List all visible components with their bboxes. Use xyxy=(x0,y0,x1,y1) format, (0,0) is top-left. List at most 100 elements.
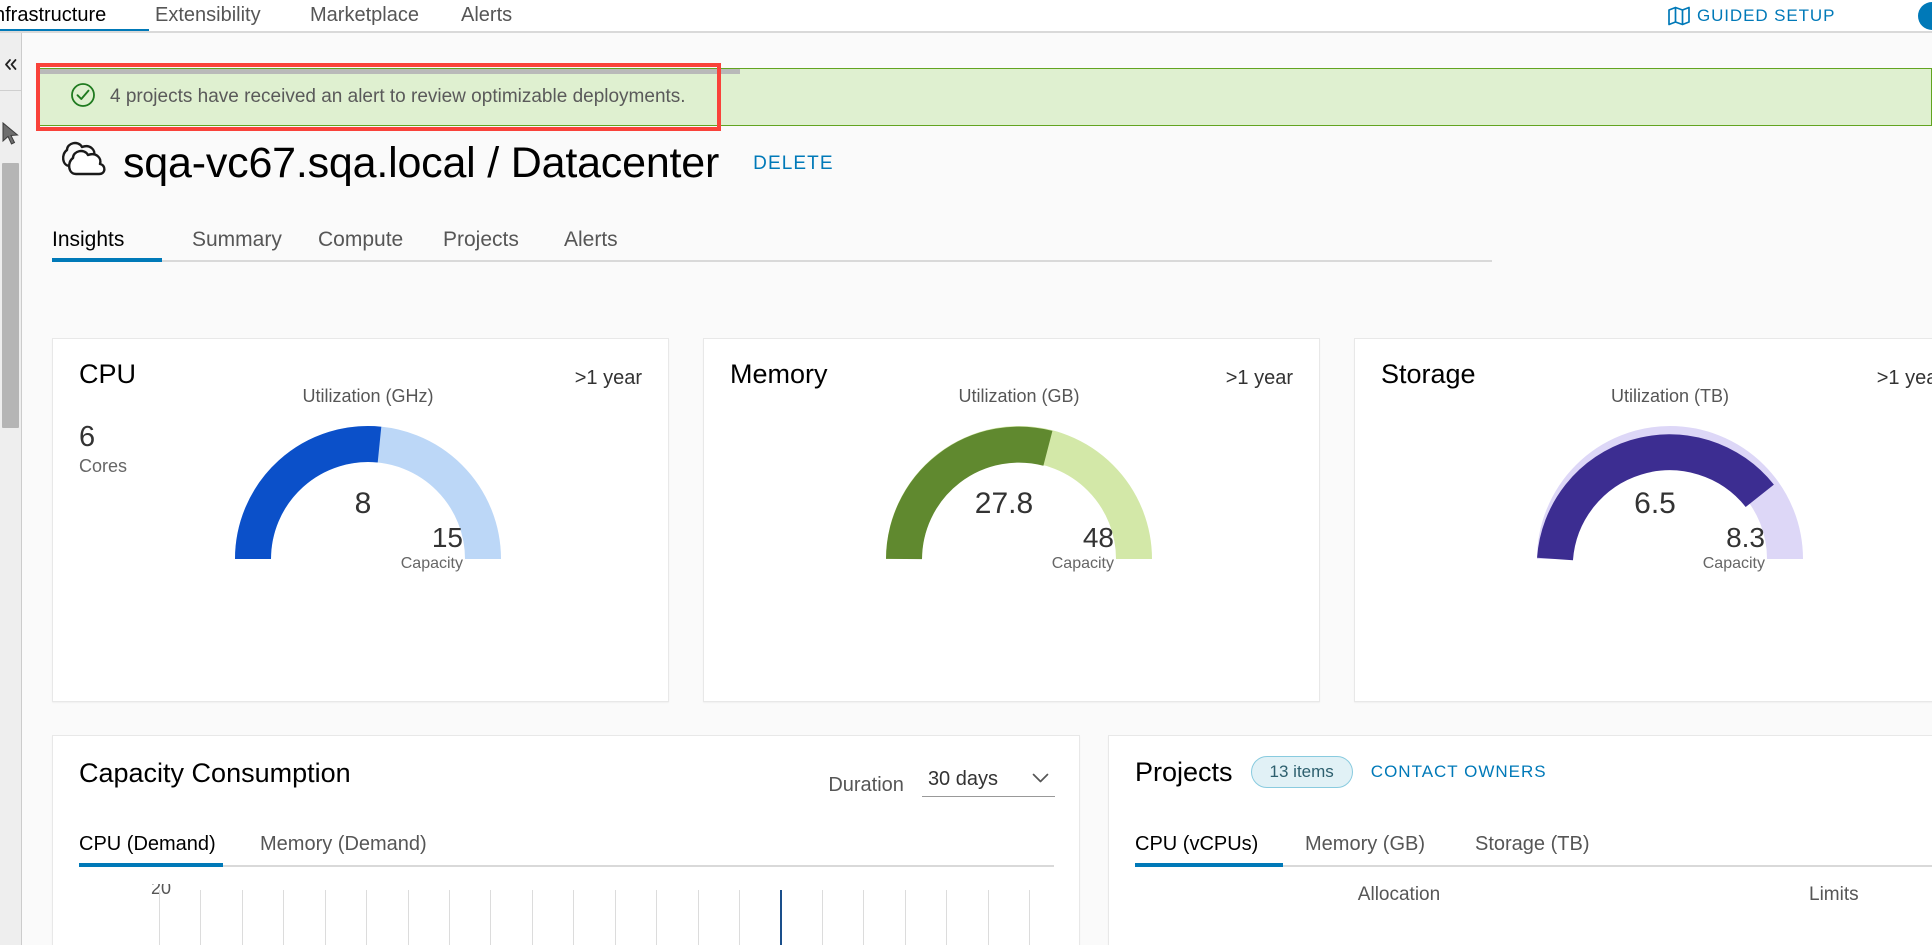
chart-gridline xyxy=(283,890,285,945)
storage-gauge-value: 6.5 xyxy=(1634,487,1676,520)
nav-item-label: nfrastructure xyxy=(0,4,107,26)
card-title: CPU xyxy=(79,359,137,389)
tab-label: Projects xyxy=(443,228,519,251)
datacenter-cloud-icon xyxy=(51,138,107,189)
chart-gridline xyxy=(697,890,699,945)
projects-subtab-bar: CPU (vCPUs) Memory (GB) Storage (TB) xyxy=(1135,829,1932,867)
rail-divider xyxy=(0,90,21,91)
cpu-gauge-card: CPU >1 year 6 Cores Utilization (GHz) 8 … xyxy=(52,338,669,702)
column-header-limits: Limits xyxy=(1809,884,1859,905)
top-navigation-bar: nfrastructure Extensibility Marketplace … xyxy=(0,0,1932,33)
projects-header: Projects 13 items CONTACT OWNERS xyxy=(1135,756,1547,788)
capacity-consumption-title: Capacity Consumption xyxy=(79,758,351,788)
tab-label: Summary xyxy=(192,228,282,251)
collapse-sidebar-icon[interactable] xyxy=(0,46,21,82)
chart-gridline xyxy=(241,890,243,945)
vertical-scrollbar-thumb[interactable] xyxy=(2,163,19,428)
projects-card: Projects 13 items CONTACT OWNERS CPU (vC… xyxy=(1108,735,1932,945)
projects-count-badge[interactable]: 13 items xyxy=(1250,756,1353,788)
chart-now-marker xyxy=(780,890,783,945)
tab-label: Compute xyxy=(318,228,404,251)
cpu-cores-value: 6 xyxy=(79,421,96,453)
storage-capacity-label: Capacity xyxy=(1702,555,1765,572)
tab-alerts[interactable]: Alerts xyxy=(564,223,639,262)
banner-top-shade xyxy=(40,69,740,74)
projects-title: Projects xyxy=(1135,756,1233,787)
subtab-memory-gb[interactable]: Memory (GB) xyxy=(1305,829,1457,867)
tab-compute[interactable]: Compute xyxy=(318,223,423,262)
chart-gridline xyxy=(904,890,906,945)
nav-item-infrastructure[interactable]: nfrastructure xyxy=(0,0,149,33)
memory-capacity-value: 48 xyxy=(1082,522,1114,553)
subtab-active-underline xyxy=(1135,863,1283,867)
subtab-label: CPU (vCPUs) xyxy=(1135,833,1259,855)
user-avatar[interactable] xyxy=(1918,2,1932,30)
cpu-utilization-label: Utilization (GHz) xyxy=(302,386,434,406)
nav-item-alerts[interactable]: Alerts xyxy=(461,0,512,33)
tab-projects[interactable]: Projects xyxy=(443,223,546,262)
cpu-capacity-value: 15 xyxy=(431,522,463,553)
contact-owners-button[interactable]: CONTACT OWNERS xyxy=(1371,762,1547,782)
chart-gridline xyxy=(863,890,865,945)
subtab-active-underline xyxy=(79,863,223,867)
chart-gridline xyxy=(821,890,823,945)
chart-gridline xyxy=(407,890,409,945)
subtab-label: Memory (Demand) xyxy=(260,833,427,855)
page-title: sqa-vc67.sqa.local / Datacenter xyxy=(123,139,720,187)
nav-item-label: Extensibility xyxy=(155,4,261,26)
nav-item-label: Alerts xyxy=(461,4,513,26)
main-content: 4 projects have received an alert to rev… xyxy=(23,33,1932,945)
chart-gridline xyxy=(159,890,160,945)
y-axis-tick-label: 20 xyxy=(150,884,171,898)
cpu-capacity-label: Capacity xyxy=(400,555,463,572)
duration-control: Duration 30 days xyxy=(828,768,1055,797)
delete-button[interactable]: DELETE xyxy=(753,153,834,175)
memory-utilization-label: Utilization (GB) xyxy=(958,386,1080,406)
chart-gridline xyxy=(614,890,616,945)
card-title: Storage xyxy=(1381,359,1476,389)
memory-capacity-label: Capacity xyxy=(1051,555,1114,572)
nav-item-marketplace[interactable]: Marketplace xyxy=(310,0,419,33)
duration-selected-value: 30 days xyxy=(927,768,998,790)
left-rail xyxy=(0,33,22,945)
subtab-label: Memory (GB) xyxy=(1305,833,1425,855)
subtab-label: CPU (Demand) xyxy=(79,833,216,855)
tab-label: Insights xyxy=(52,228,125,251)
memory-gauge-value: 27.8 xyxy=(974,487,1034,520)
storage-utilization-label: Utilization (TB) xyxy=(1610,386,1730,406)
chart-gridline xyxy=(324,890,326,945)
map-icon xyxy=(1668,6,1690,26)
subtab-cpu-vcpus[interactable]: CPU (vCPUs) xyxy=(1135,829,1283,867)
capacity-subtab-bar: CPU (Demand) Memory (Demand) xyxy=(79,829,1054,867)
check-circle-icon xyxy=(70,82,96,113)
tab-summary[interactable]: Summary xyxy=(192,223,302,262)
storage-gauge-card: Storage >1 year Utilization (TB) 6.5 8.3… xyxy=(1354,338,1932,702)
subtab-storage-tb[interactable]: Storage (TB) xyxy=(1475,829,1622,867)
tab-insights[interactable]: Insights xyxy=(52,223,162,262)
chart-gridline xyxy=(987,890,989,945)
subtab-cpu-demand[interactable]: CPU (Demand) xyxy=(79,829,223,867)
subtab-track xyxy=(79,865,1054,867)
capacity-consumption-chart: 20 xyxy=(79,884,1054,945)
card-title: Memory xyxy=(730,359,828,389)
tab-active-underline xyxy=(52,258,162,262)
subtab-label: Storage (TB) xyxy=(1475,833,1590,855)
chart-gridline xyxy=(200,890,202,945)
duration-label: Duration xyxy=(828,774,904,796)
nav-item-extensibility[interactable]: Extensibility xyxy=(155,0,261,33)
chart-gridline xyxy=(573,890,575,945)
card-period: >1 year xyxy=(1876,367,1932,389)
storage-capacity-value: 8.3 xyxy=(1726,522,1765,553)
subtab-memory-demand[interactable]: Memory (Demand) xyxy=(260,829,434,867)
chart-gridline xyxy=(656,890,658,945)
guided-setup-button[interactable]: GUIDED SETUP xyxy=(1668,2,1835,30)
success-banner: 4 projects have received an alert to rev… xyxy=(39,68,1932,126)
card-period: >1 year xyxy=(1225,367,1293,389)
duration-select[interactable]: 30 days xyxy=(921,768,1055,797)
chart-gridline xyxy=(1029,890,1030,945)
chevron-down-icon xyxy=(1032,771,1049,789)
column-header-allocation: Allocation xyxy=(1357,884,1441,905)
chart-gridline xyxy=(531,890,533,945)
card-period: >1 year xyxy=(574,367,642,389)
cpu-cores-label: Cores xyxy=(79,456,128,476)
